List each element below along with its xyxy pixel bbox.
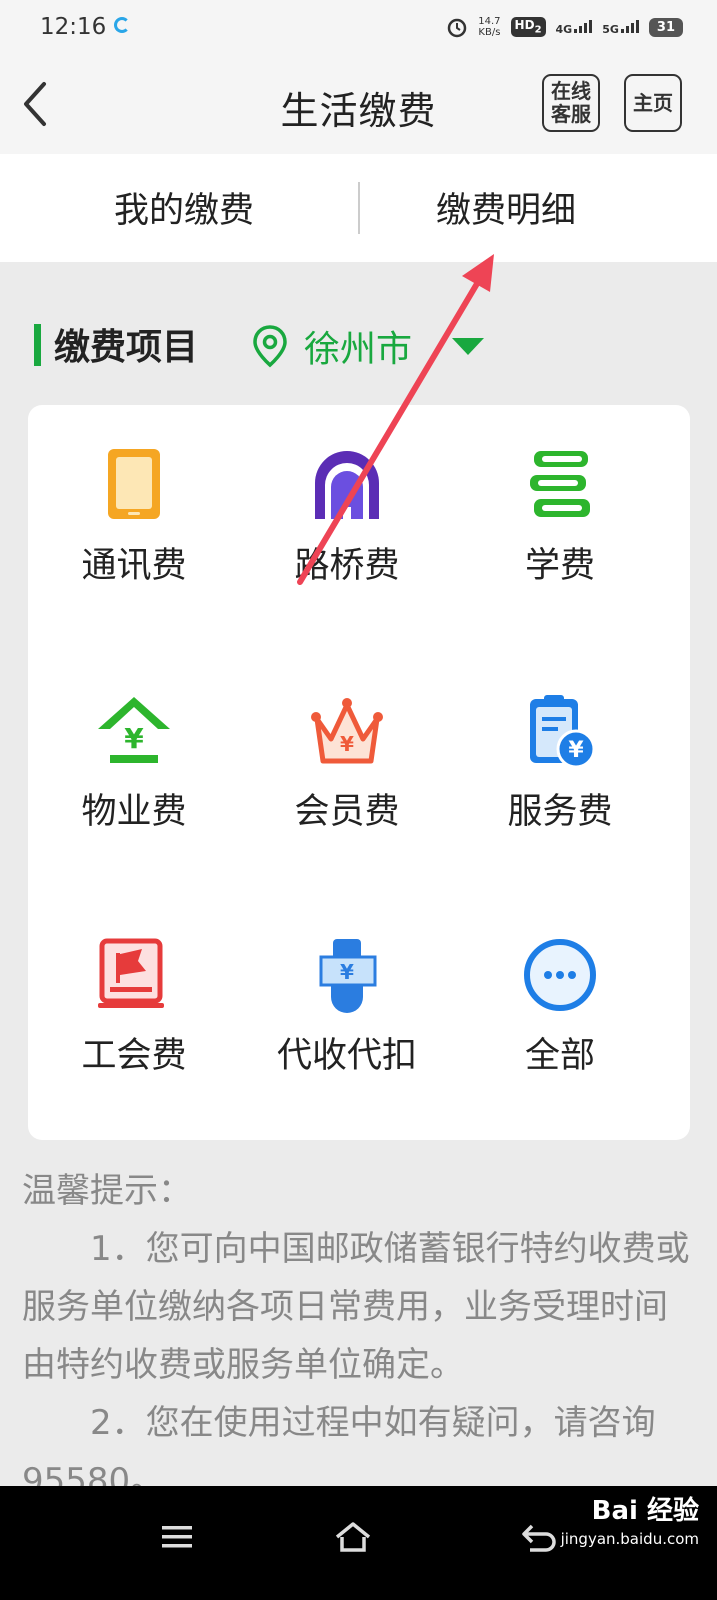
status-bar: 12:16 14.7 KB/s HD2 4G 5G 31 xyxy=(0,0,717,58)
house-yuan-icon: ¥ xyxy=(98,697,170,763)
tab-payment-details[interactable]: 缴费明细 xyxy=(436,182,576,233)
payment-items-card: 通讯费 路桥费 学费 ¥ 物业费 ¥ 会员费 ¥ 服务费 工会费 ¥ 代收代扣 … xyxy=(28,405,690,1140)
clipboard-yuan-icon: ¥ xyxy=(530,695,596,769)
crown-icon: ¥ xyxy=(311,698,383,764)
tips-line-1: 1．您可向中国邮政储蓄银行特约收费或服务单位缴纳各项日常费用，业务受理时间由特约… xyxy=(22,1229,690,1385)
hd-badge: HD2 xyxy=(510,17,546,37)
item-union-fee[interactable]: 工会费 xyxy=(34,935,234,1078)
tab-bar: 我的缴费 缴费明细 xyxy=(0,154,717,262)
item-telecom-fee[interactable]: 通讯费 xyxy=(34,445,234,588)
hand-bill-icon: ¥ xyxy=(319,939,377,1013)
tunnel-icon xyxy=(315,451,379,519)
item-membership-fee[interactable]: ¥ 会员费 xyxy=(247,691,447,834)
svg-text:¥: ¥ xyxy=(124,722,144,755)
city-name: 徐州市 xyxy=(304,329,413,370)
menu-icon[interactable] xyxy=(160,1520,194,1554)
signal-5g: 5G xyxy=(602,19,639,36)
svg-text:¥: ¥ xyxy=(340,960,354,984)
tab-my-payments[interactable]: 我的缴费 xyxy=(114,182,254,233)
home-icon[interactable] xyxy=(334,1520,372,1554)
section-accent-bar xyxy=(34,324,41,366)
books-icon xyxy=(530,451,590,517)
alarm-icon xyxy=(448,18,467,38)
section-title: 缴费项目 xyxy=(54,327,199,368)
location-pin-icon xyxy=(253,325,287,368)
network-speed: 14.7 KB/s xyxy=(478,16,501,38)
back-icon[interactable] xyxy=(520,1520,558,1554)
tablet-icon xyxy=(108,449,160,519)
app-header: 生活缴费 在线客服 主页 xyxy=(0,58,717,154)
online-service-button[interactable]: 在线客服 xyxy=(542,74,600,132)
baidu-watermark: Bai 经验 jingyan.baidu.com xyxy=(560,1496,699,1548)
page-title: 生活缴费 xyxy=(280,89,437,133)
item-property-fee[interactable]: ¥ 物业费 xyxy=(34,691,234,834)
svg-text:¥: ¥ xyxy=(568,738,584,763)
item-collection-deduction[interactable]: ¥ 代收代扣 xyxy=(247,935,447,1078)
tips-section: 温馨提示： 1．您可向中国邮政储蓄银行特约收费或服务单位缴纳各项日常费用，业务受… xyxy=(22,1162,698,1510)
flag-icon xyxy=(98,938,164,1008)
item-service-fee[interactable]: ¥ 服务费 xyxy=(460,691,660,834)
signal-4g: 4G xyxy=(556,19,593,36)
item-all[interactable]: 全部 xyxy=(460,935,660,1078)
battery-indicator: 31 xyxy=(648,17,683,37)
tips-heading: 温馨提示： xyxy=(22,1171,192,1211)
status-time: 12:16 xyxy=(40,14,107,40)
home-button[interactable]: 主页 xyxy=(624,74,682,132)
city-selector[interactable]: 徐州市 xyxy=(250,320,485,372)
dropdown-caret-icon xyxy=(452,337,485,355)
svg-text:¥: ¥ xyxy=(340,732,354,756)
section-header: 缴费项目 徐州市 xyxy=(0,310,717,380)
loading-icon xyxy=(114,17,130,33)
item-tuition[interactable]: 学费 xyxy=(460,445,660,588)
tab-divider xyxy=(358,182,360,234)
item-road-bridge-fee[interactable]: 路桥费 xyxy=(247,445,447,588)
more-icon xyxy=(524,939,596,1011)
